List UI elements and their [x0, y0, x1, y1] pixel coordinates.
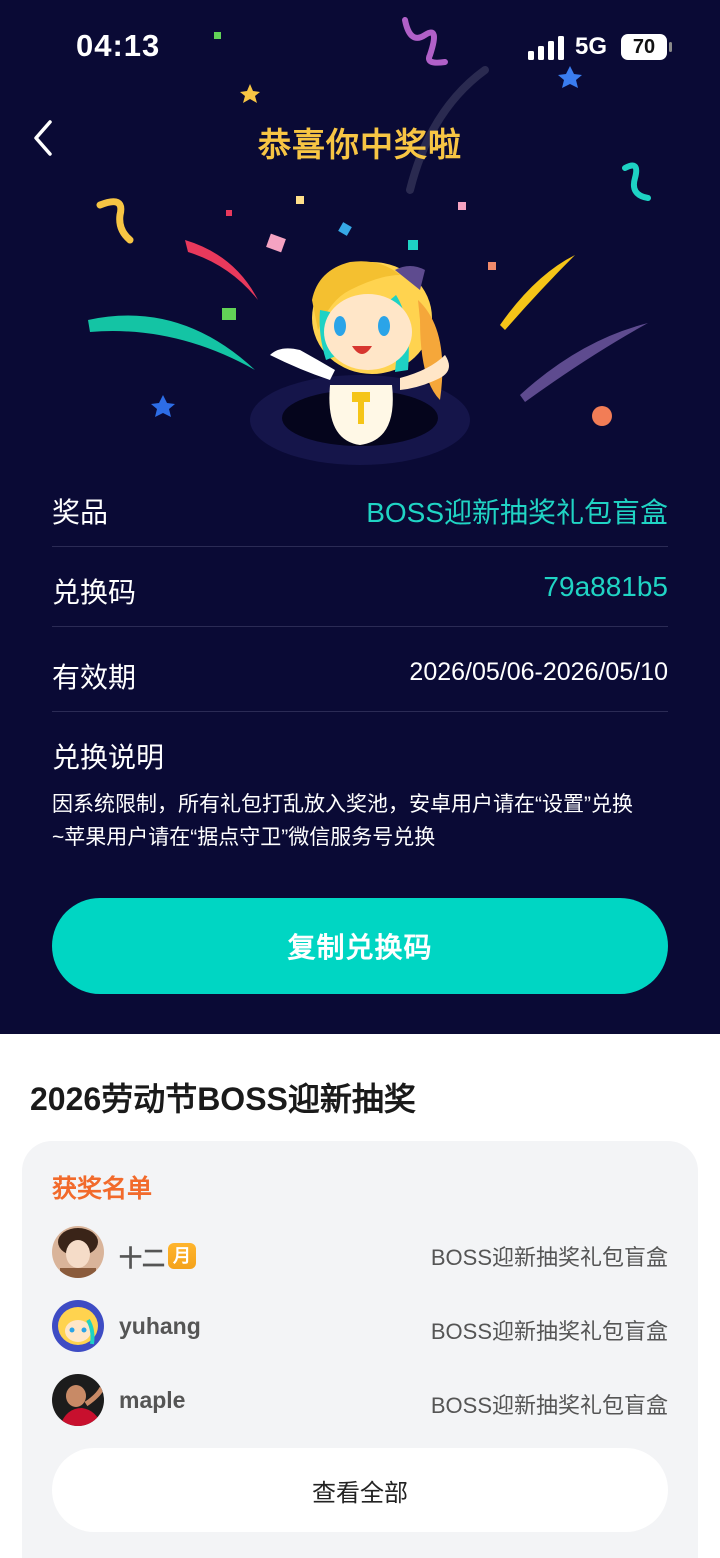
- winners-card: 获奖名单 十二 月 BOSS迎新抽奖礼包盲盒 yuhang BOSS迎新抽奖礼包…: [22, 1141, 698, 1558]
- winner-prize: BOSS迎新抽奖礼包盲盒: [430, 1393, 668, 1418]
- winner-name: maple: [119, 1387, 186, 1413]
- page-title: 恭喜你中奖啦: [258, 126, 462, 163]
- battery-cap: [669, 42, 672, 52]
- code-value[interactable]: 79a881b5: [543, 571, 668, 603]
- avatar: [52, 1374, 104, 1426]
- note-text: 因系统限制，所有礼包打乱放入奖池，安卓用户请在“设置”兑换 ~苹果用户请在“据点…: [52, 788, 682, 854]
- code-label: 兑换码: [52, 577, 137, 608]
- note-line-2: ~苹果用户请在“据点守卫”微信服务号兑换: [52, 826, 436, 849]
- winner-name: 十二: [119, 1245, 165, 1271]
- validity-label: 有效期: [52, 662, 137, 693]
- winner-row[interactable]: 十二 月 BOSS迎新抽奖礼包盲盒: [52, 1226, 668, 1282]
- winner-prize: BOSS迎新抽奖礼包盲盒: [430, 1245, 668, 1270]
- note-title: 兑换说明: [52, 742, 165, 773]
- status-time: 04:13: [76, 28, 161, 63]
- code-row: 兑换码 79a881b5: [52, 547, 668, 627]
- avatar: [52, 1300, 104, 1352]
- winner-prize: BOSS迎新抽奖礼包盲盒: [430, 1319, 668, 1344]
- cellular-signal-icon: [528, 36, 564, 60]
- copy-code-button[interactable]: 复制兑换码: [52, 898, 668, 994]
- note-line-1: 因系统限制，所有礼包打乱放入奖池，安卓用户请在“设置”兑换: [52, 793, 633, 816]
- event-title: 2026劳动节BOSS迎新抽奖: [30, 1081, 416, 1117]
- winner-name: yuhang: [119, 1313, 201, 1339]
- validity-row: 有效期 2026/05/06-2026/05/10: [52, 632, 668, 712]
- status-bar: 04:13 5G 70: [0, 0, 720, 96]
- prize-row: 奖品 BOSS迎新抽奖礼包盲盒: [52, 467, 668, 547]
- winner-row[interactable]: maple BOSS迎新抽奖礼包盲盒: [52, 1374, 668, 1430]
- winner-row[interactable]: yuhang BOSS迎新抽奖礼包盲盒: [52, 1300, 668, 1356]
- validity-value: 2026/05/06-2026/05/10: [409, 658, 668, 686]
- prize-label: 奖品: [52, 497, 109, 528]
- winners-title: 获奖名单: [52, 1175, 153, 1203]
- month-badge: 月: [168, 1243, 196, 1269]
- prize-header-section: 04:13 5G 70 恭喜你中奖啦 奖品 BOSS迎新抽奖礼包盲盒 兑换码 7…: [0, 0, 720, 1034]
- network-type: 5G: [575, 33, 608, 60]
- winner-name-row: 十二 月: [119, 1239, 196, 1273]
- prize-value: BOSS迎新抽奖礼包盲盒: [366, 497, 668, 528]
- avatar: [52, 1226, 104, 1278]
- battery-level: 70: [632, 35, 656, 58]
- view-all-button[interactable]: 查看全部: [52, 1448, 668, 1532]
- battery-icon: 70: [621, 34, 667, 60]
